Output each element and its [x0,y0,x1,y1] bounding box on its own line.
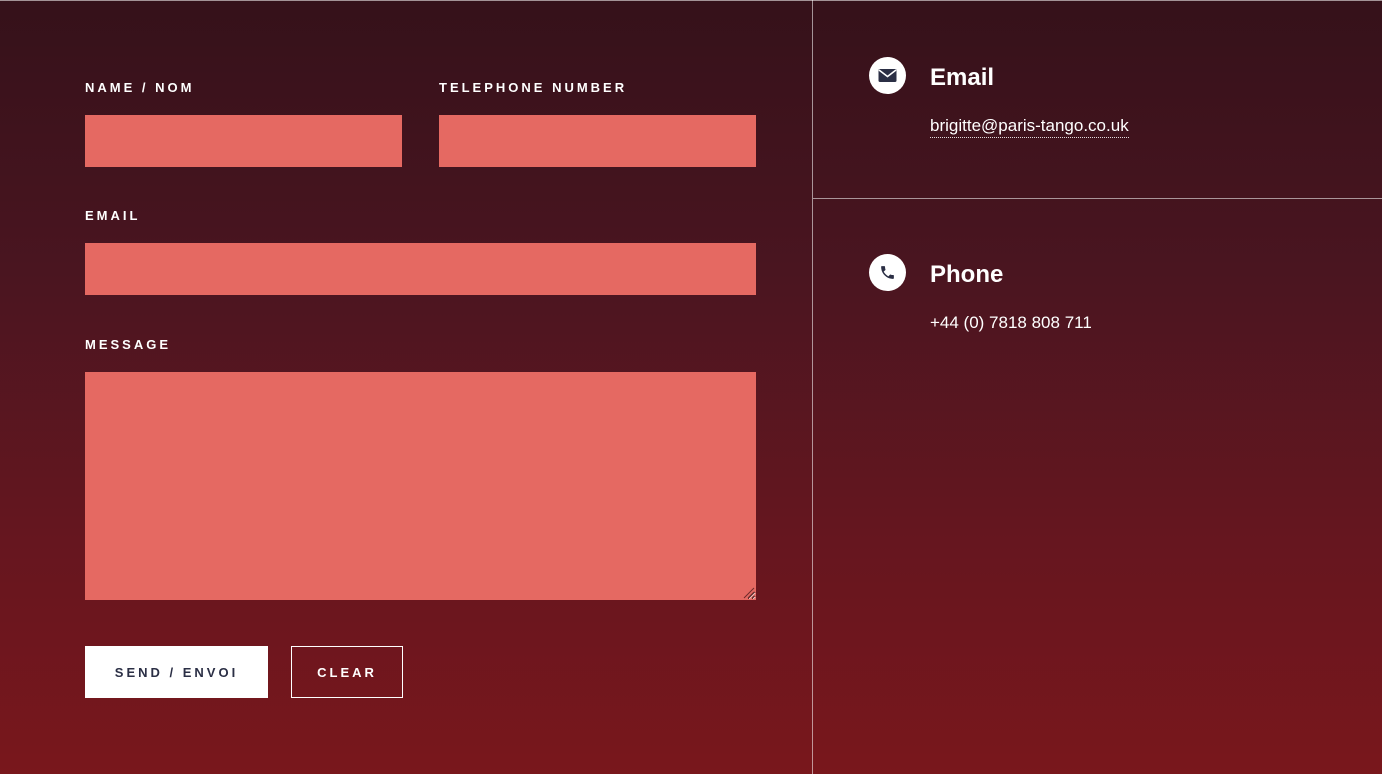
name-label: NAME / NOM [85,80,195,95]
email-title: Email [930,64,995,91]
column-divider [812,0,813,774]
envelope-icon [869,57,906,94]
top-border [0,0,1382,1]
clear-button[interactable]: CLEAR [291,646,403,698]
message-textarea[interactable] [85,372,756,600]
phone-number: +44 (0) 7818 808 711 [930,313,1092,332]
phone-title: Phone [930,261,1004,288]
email-input[interactable] [85,243,756,295]
contact-divider [813,198,1382,199]
message-label: MESSAGE [85,337,172,352]
telephone-label: TELEPHONE NUMBER [439,80,628,95]
email-link[interactable]: brigitte@paris-tango.co.uk [930,116,1129,138]
email-label: EMAIL [85,208,141,223]
send-button[interactable]: SEND / ENVOI [85,646,268,698]
name-input[interactable] [85,115,402,167]
phone-icon [869,254,906,291]
telephone-input[interactable] [439,115,756,167]
